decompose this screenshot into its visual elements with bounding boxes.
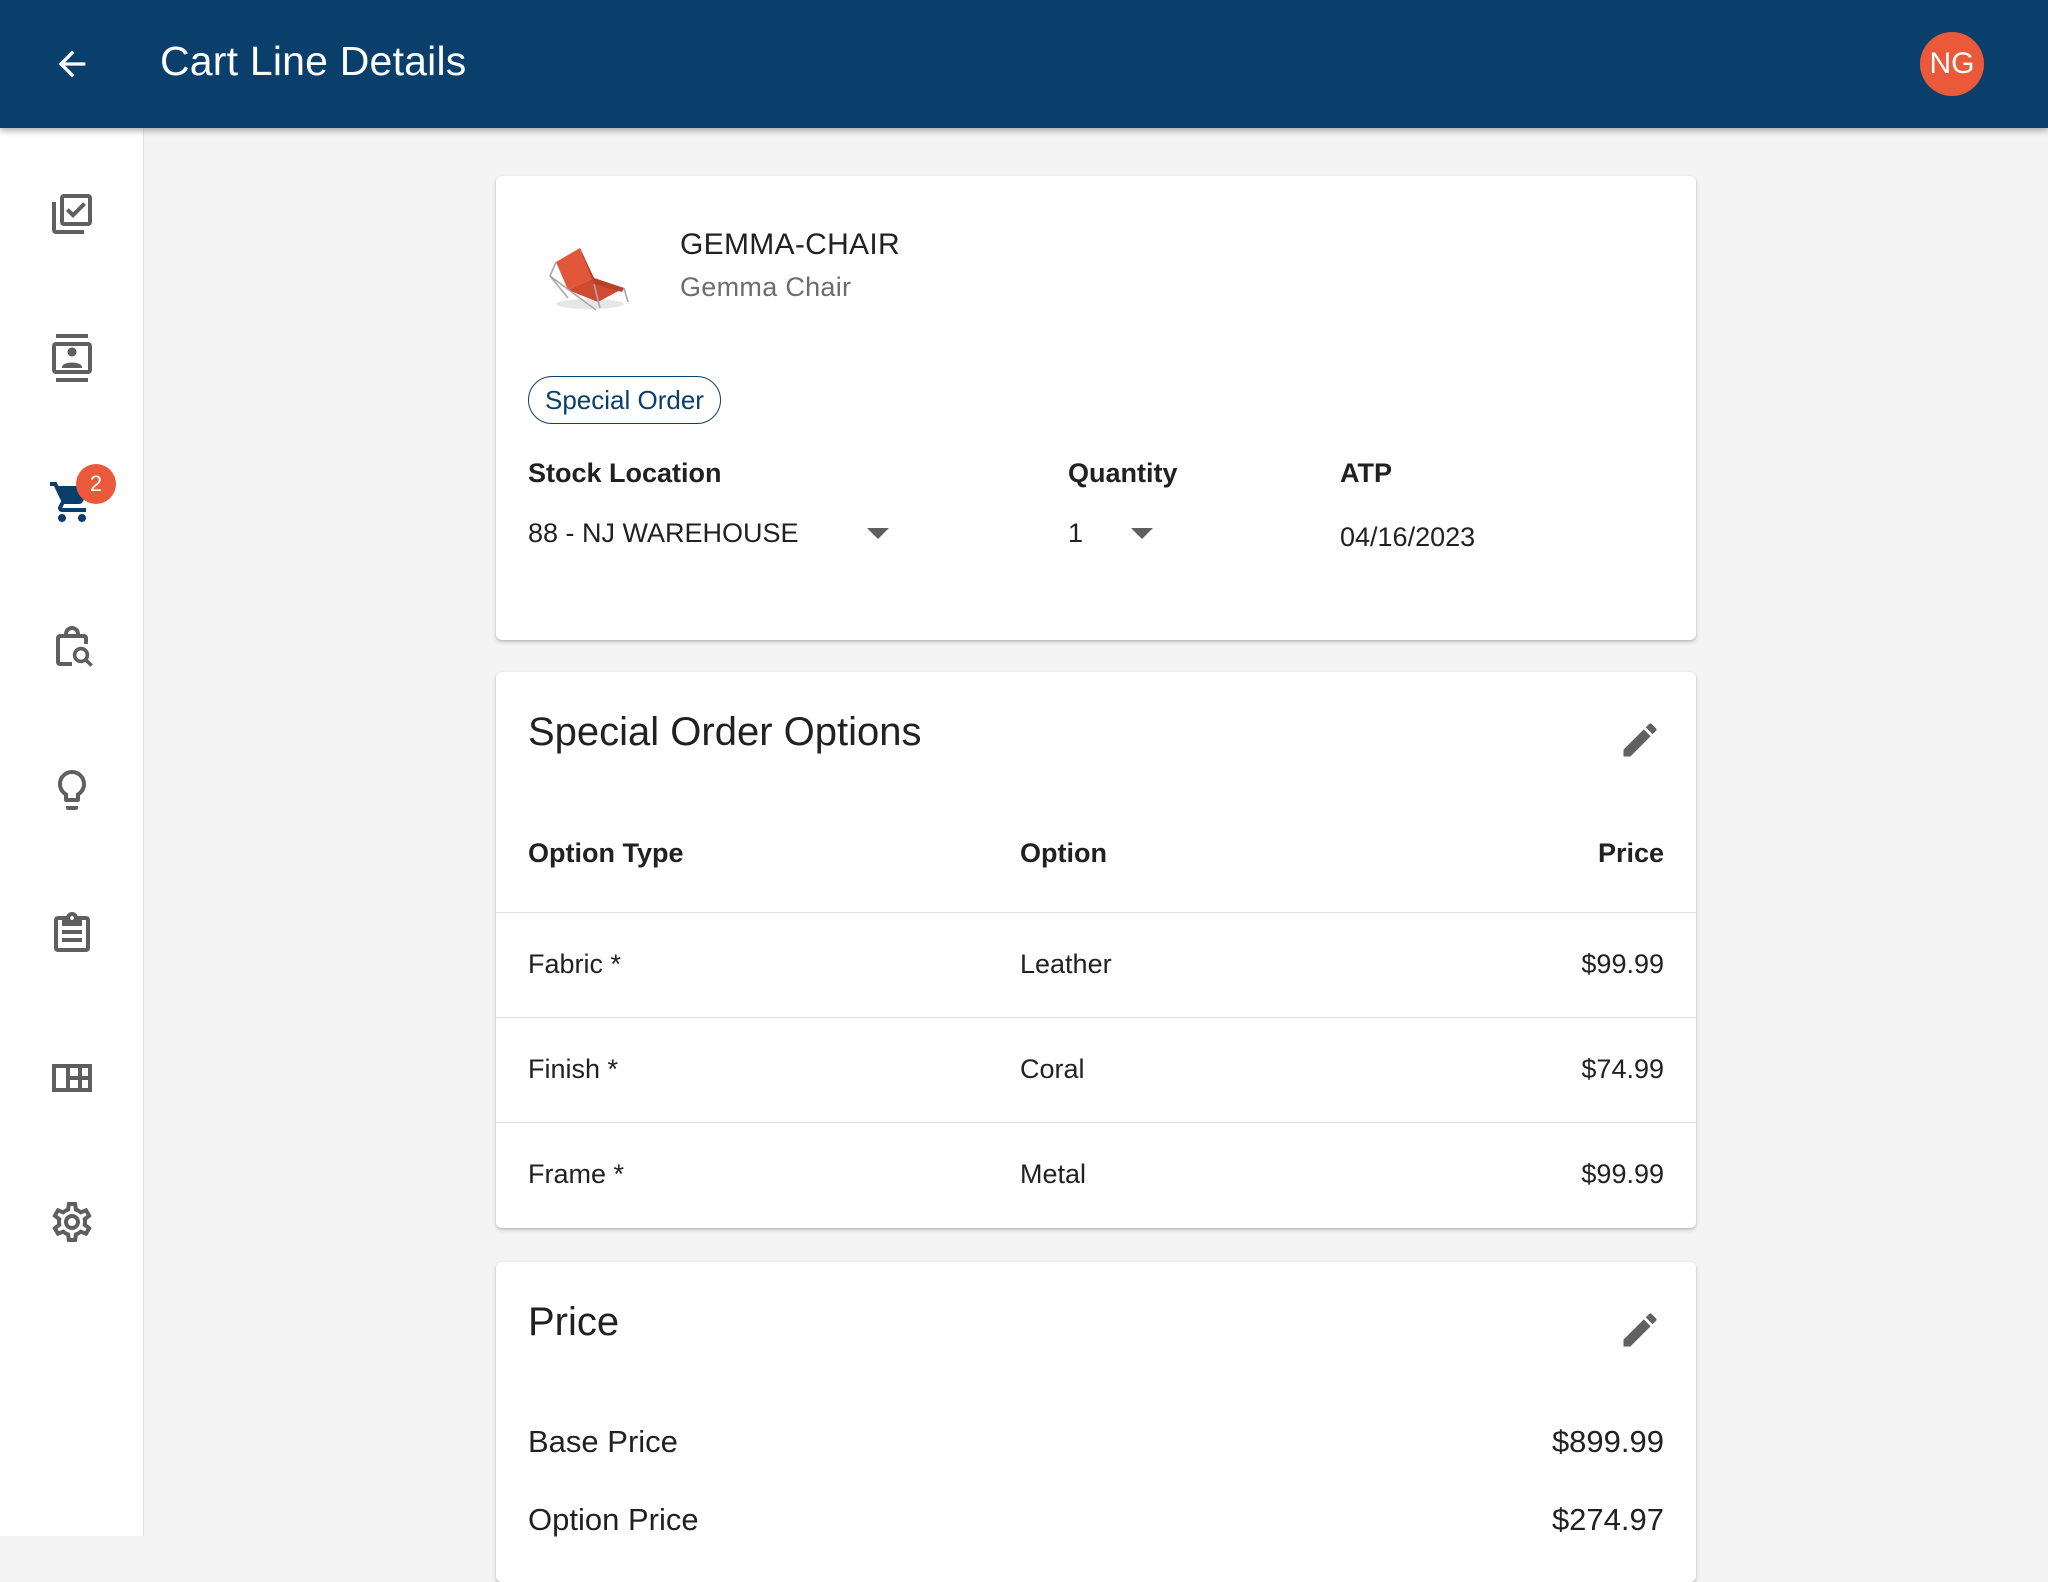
sidebar-item-product-search[interactable] — [32, 606, 112, 686]
app-bar: Cart Line Details NG — [0, 0, 2048, 128]
option-cell: Metal — [1020, 1159, 1087, 1189]
option-price-cell: $74.99 — [1581, 1054, 1664, 1084]
sidebar: 2 — [0, 128, 144, 1536]
table-row: Finish * Coral $74.99 — [496, 1017, 1696, 1122]
option-price-value: $274.97 — [1551, 1502, 1664, 1537]
chevron-down-icon — [867, 528, 889, 539]
column-header-option-type: Option Type — [528, 838, 684, 868]
base-price-value: $899.99 — [1551, 1424, 1664, 1459]
atp-label: ATP — [1340, 458, 1392, 488]
arrow-left-icon — [58, 50, 86, 78]
atp-value: 04/16/2023 — [1340, 522, 1476, 552]
sidebar-item-orders[interactable] — [32, 894, 112, 974]
quantity-value: 1 — [1068, 517, 1084, 548]
checklist-icon — [52, 194, 92, 234]
stock-location-select[interactable]: 88 - NJ WAREHOUSE — [528, 506, 908, 560]
table-row: Frame * Metal $99.99 — [496, 1122, 1696, 1227]
sidebar-item-layouts[interactable] — [32, 1038, 112, 1118]
price-card: Price Base Price $899.99 Option Price $2… — [496, 1262, 1696, 1582]
option-price-label: Option Price — [528, 1502, 699, 1537]
sidebar-item-cart[interactable]: 2 — [32, 462, 116, 542]
base-price-label: Base Price — [528, 1424, 678, 1459]
stock-location-label: Stock Location — [528, 458, 722, 488]
column-header-price: Price — [1597, 838, 1664, 868]
product-name: Gemma Chair — [680, 272, 852, 302]
option-price-cell: $99.99 — [1581, 1159, 1664, 1189]
user-avatar[interactable]: NG — [1920, 32, 1984, 96]
special-order-options-card: Special Order Options Option Type Option… — [496, 672, 1696, 1228]
edit-price-button[interactable] — [1608, 1298, 1672, 1362]
option-cell: Coral — [1020, 1054, 1085, 1084]
option-type-cell: Frame * — [528, 1159, 625, 1189]
option-type-cell: Finish * — [528, 1054, 619, 1084]
product-card: GEMMA-CHAIR Gemma Chair Special Order St… — [496, 176, 1696, 640]
gear-icon — [52, 1202, 92, 1242]
product-image — [549, 248, 629, 311]
quantity-select[interactable]: 1 — [1068, 506, 1168, 560]
price-section-title: Price — [528, 1300, 620, 1344]
lightbulb-icon — [58, 770, 86, 810]
grid-icon — [52, 1064, 92, 1092]
sidebar-item-tasks[interactable] — [32, 174, 112, 254]
base-price-row: Base Price $899.99 — [528, 1424, 1664, 1474]
option-type-cell: Fabric * — [528, 949, 622, 979]
stock-location-value: 88 - NJ WAREHOUSE — [528, 517, 799, 548]
back-button[interactable] — [42, 34, 102, 94]
edit-options-button[interactable] — [1608, 708, 1672, 772]
special-order-chip: Special Order — [528, 376, 721, 424]
sidebar-item-ideas[interactable] — [32, 750, 112, 830]
chevron-down-icon — [1131, 528, 1153, 539]
pencil-icon — [1623, 1313, 1657, 1347]
sidebar-item-customers[interactable] — [32, 318, 112, 398]
table-row: Fabric * Leather $99.99 — [496, 912, 1696, 1017]
option-cell: Leather — [1020, 949, 1112, 979]
product-sku: GEMMA-CHAIR — [680, 228, 900, 261]
option-price-row: Option Price $274.97 — [528, 1502, 1664, 1552]
column-header-option: Option — [1020, 838, 1107, 868]
option-price-cell: $99.99 — [1581, 949, 1664, 979]
page-title: Cart Line Details — [160, 38, 467, 84]
quantity-label: Quantity — [1068, 458, 1178, 488]
cart-count-badge: 2 — [76, 464, 116, 504]
contact-card-icon — [52, 334, 92, 382]
sidebar-item-settings[interactable] — [32, 1182, 112, 1262]
bag-search-icon — [56, 626, 93, 667]
pencil-icon — [1623, 723, 1657, 757]
clipboard-icon — [54, 912, 90, 952]
options-section-title: Special Order Options — [528, 710, 922, 754]
